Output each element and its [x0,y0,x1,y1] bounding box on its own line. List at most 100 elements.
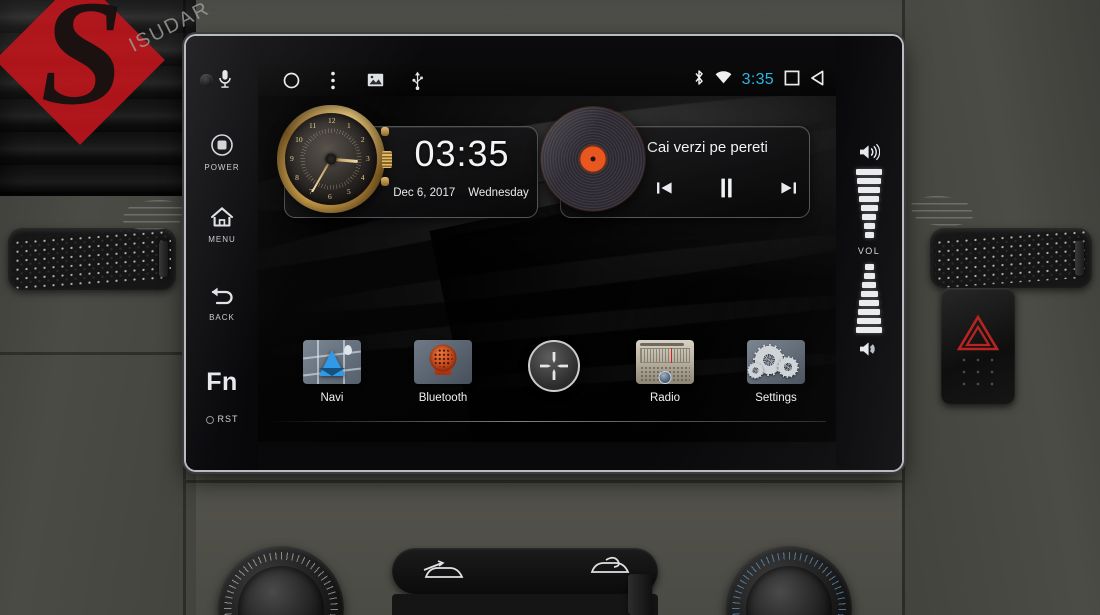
volume-step[interactable] [864,232,874,238]
date-row: Dec 6, 2017 Wednesday [385,187,537,199]
panel-seam [0,352,196,355]
radio-dial [640,348,690,363]
volume-step[interactable] [864,264,874,270]
volume-step[interactable] [859,300,879,306]
app-label-radio: Radio [649,392,681,404]
back-arrow-icon [186,286,258,311]
vent-direction-lever[interactable] [628,574,652,615]
watch-numeral: 5 [347,186,351,196]
left-air-vent[interactable] [8,228,176,290]
power-icon [186,134,258,161]
reset-button[interactable]: RST [186,414,258,424]
previous-track-button[interactable] [647,174,681,202]
app-list: Navi Bluetooth Radio Settings [284,340,824,404]
volume-step[interactable] [857,178,881,184]
volume-step[interactable] [862,214,876,220]
vent-thumbwheel[interactable] [1075,240,1084,276]
reset-hole-icon [205,415,214,424]
hazard-triangle-icon [956,314,1000,357]
gear-small [747,362,764,379]
watch-numeral: 4 [360,173,365,182]
circle-icon[interactable] [270,72,312,89]
gear-medium [777,356,799,378]
app-dock: Navi Bluetooth Radio Settings [258,332,836,442]
hazard-lights-button[interactable] [941,288,1015,404]
music-player-widget[interactable]: Cai verzi pe pereti [541,107,810,218]
app-navi[interactable]: Navi [284,340,380,404]
vent-mesh [13,228,171,290]
volume-step[interactable] [862,282,876,288]
center-console-slot [392,594,658,615]
recents-square-icon[interactable] [784,70,800,91]
app-label-settings: Settings [755,392,797,404]
menu-button[interactable]: MENU [186,206,258,244]
back-label: BACK [209,313,235,322]
watch-center-pin [325,153,337,165]
bluetooth-icon [693,69,705,91]
volume-slider[interactable]: VOL [836,36,902,470]
overflow-menu-icon[interactable] [312,71,354,90]
microphone-hole [200,74,213,87]
watch-numeral: 9 [290,154,294,163]
volume-step[interactable] [859,196,879,202]
app-all-apps[interactable] [506,340,602,400]
touchscreen-display[interactable]: 3:35 12 1 2 3 4 5 6 7 8 9 10 11 03:35 De… [258,64,836,442]
radio-antenna [640,343,684,346]
watch-numeral: 2 [360,135,365,144]
volume-label: VOL [857,246,881,256]
app-radio[interactable]: Radio [617,340,713,404]
watch-pusher [381,177,389,186]
watch-numeral: 3 [366,154,370,163]
volume-step[interactable] [863,223,875,229]
fn-label: Fn [206,368,238,396]
app-bluetooth[interactable]: Bluetooth [395,340,491,404]
wifi-icon [715,71,732,89]
power-button[interactable]: POWER [186,134,258,172]
watch-numeral: 10 [295,135,303,144]
watch-numeral: 6 [328,192,332,201]
right-air-vent[interactable] [930,228,1092,288]
left-bezel: POWER MENU BACK Fn RST [186,36,258,470]
volume-step[interactable] [856,327,882,333]
status-bar-right: 3:35 [693,69,836,91]
car-stereo-head-unit: POWER MENU BACK Fn RST VOL 3:35 12 1 2 3… [186,36,902,470]
app-settings[interactable]: Settings [728,340,824,404]
bt-device-mesh [433,348,453,368]
menu-label: MENU [208,235,236,244]
volume-step[interactable] [860,205,878,211]
date-text: Dec 6, 2017 [393,187,456,199]
volume-step[interactable] [863,273,875,279]
watch-numeral: 8 [295,173,299,182]
usb-icon[interactable] [396,71,438,90]
watch-crown [382,151,392,168]
volume-step[interactable] [858,309,880,315]
volume-step[interactable] [857,318,881,324]
status-bar: 3:35 [258,64,836,96]
next-track-button[interactable] [771,174,805,202]
volume-up-icon[interactable] [858,143,881,166]
watch-pusher [381,127,389,136]
panel-seam [186,480,902,483]
vent-thumbwheel[interactable] [159,241,168,277]
watch-numeral: 11 [309,121,317,131]
app-label-navi: Navi [320,392,344,404]
volume-step[interactable] [858,187,880,193]
clock-widget[interactable]: 12 1 2 3 4 5 6 7 8 9 10 11 03:35 Dec 6, 2017 Wednes… [277,105,538,218]
fan-blower-knob[interactable] [205,533,357,615]
watch-numeral: 7 [309,186,313,196]
back-button[interactable]: BACK [186,286,258,322]
screenshot-icon[interactable] [354,73,396,87]
fn-button[interactable]: Fn [186,368,258,397]
radio-needle [670,348,673,363]
volume-step[interactable] [860,291,878,297]
record-sheen [541,107,645,211]
track-title: Cai verzi pe pereti [647,139,768,156]
temperature-knob[interactable] [713,533,865,615]
volume-down-icon[interactable] [858,340,880,363]
fresh-air-icon[interactable] [418,557,470,590]
air-mode-button-bar[interactable] [392,548,658,594]
volume-step[interactable] [856,169,882,175]
back-triangle-icon[interactable] [810,70,825,91]
play-pause-button[interactable] [709,174,743,202]
navigation-arrow-icon [303,340,361,384]
